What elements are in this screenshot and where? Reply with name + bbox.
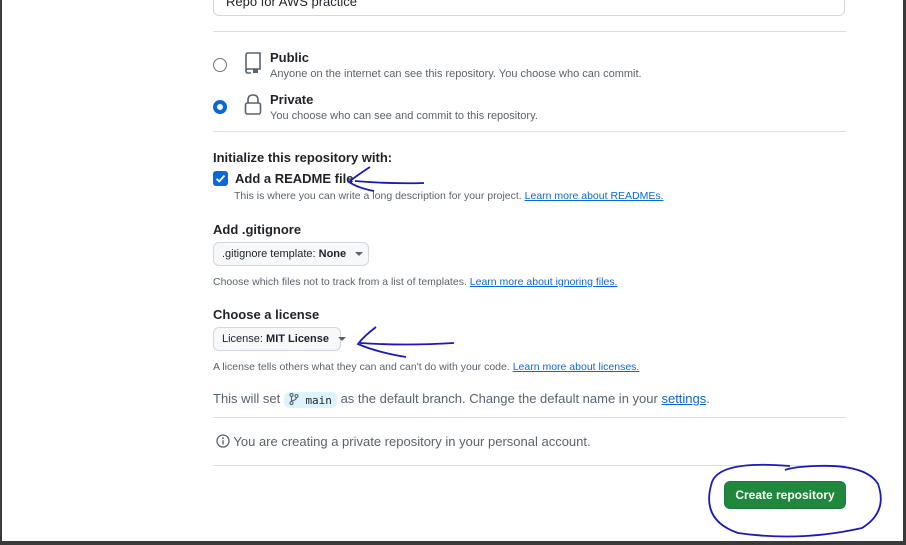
info-text: You are creating a private repository in… xyxy=(233,434,591,449)
branch-prefix: This will set xyxy=(213,391,281,406)
window-frame-left xyxy=(0,0,2,545)
ignoring-files-link[interactable]: Learn more about ignoring files. xyxy=(470,276,618,288)
readme-hint-text: This is where you can write a long descr… xyxy=(234,190,522,202)
readme-label[interactable]: Add a README file xyxy=(235,171,353,186)
gitignore-title: Add .gitignore xyxy=(213,222,302,237)
license-hint: A license tells others what they can and… xyxy=(213,361,639,373)
git-branch-icon xyxy=(289,392,299,405)
gitignore-dropdown[interactable]: .gitignore template: None xyxy=(213,242,369,266)
branch-suffix: . xyxy=(706,391,710,406)
gitignore-dropdown-prefix: .gitignore template: xyxy=(222,248,316,260)
lock-icon xyxy=(244,94,262,121)
annotation-arrowhead-license xyxy=(356,326,407,358)
divider xyxy=(213,131,846,132)
license-title: Choose a license xyxy=(213,307,320,322)
public-description: Anyone on the internet can see this repo… xyxy=(270,68,642,80)
divider xyxy=(213,31,846,32)
caret-down-icon xyxy=(355,252,364,257)
gitignore-hint: Choose which files not to track from a l… xyxy=(213,276,617,288)
private-repo-info: You are creating a private repository in… xyxy=(216,434,591,449)
license-dropdown-value: MIT License xyxy=(266,333,330,345)
divider xyxy=(213,465,846,466)
license-hint-text: A license tells others what they can and… xyxy=(213,361,510,373)
info-icon xyxy=(216,434,230,448)
annotation-arrow-readme xyxy=(354,180,425,185)
branch-pill: main xyxy=(283,391,337,408)
annotation-arrow-license xyxy=(359,342,455,346)
private-description: You choose who can see and commit to thi… xyxy=(270,110,538,122)
description-input[interactable]: Repo for AWS practice xyxy=(213,0,845,16)
checkmark-icon xyxy=(215,174,226,183)
initialize-title: Initialize this repository with: xyxy=(213,150,393,165)
branch-name: main xyxy=(305,393,332,407)
annotation-overlay xyxy=(347,166,882,538)
license-dropdown[interactable]: License: MIT License xyxy=(213,327,347,351)
readmes-link[interactable]: Learn more about READMEs. xyxy=(525,190,664,202)
gitignore-dropdown-value: None xyxy=(318,248,347,260)
create-repository-button[interactable]: Create repository xyxy=(724,481,846,509)
repo-icon xyxy=(243,52,263,79)
license-dropdown-prefix: License: xyxy=(222,333,263,345)
licenses-link[interactable]: Learn more about licenses. xyxy=(513,361,640,373)
branch-middle-text: as the default branch. Change the defaul… xyxy=(340,391,658,406)
private-radio[interactable] xyxy=(213,100,227,114)
private-title: Private xyxy=(270,92,314,107)
divider xyxy=(213,417,846,418)
caret-down-icon xyxy=(338,337,347,342)
public-radio[interactable] xyxy=(213,58,227,72)
readme-checkbox[interactable] xyxy=(213,171,228,186)
gitignore-hint-text: Choose which files not to track from a l… xyxy=(213,276,467,288)
readme-hint: This is where you can write a long descr… xyxy=(234,190,664,202)
settings-link[interactable]: settings xyxy=(661,391,706,406)
public-title: Public xyxy=(270,50,310,65)
window-frame-bottom xyxy=(0,541,906,545)
default-branch-note: This will set main as the default branch… xyxy=(213,391,710,408)
